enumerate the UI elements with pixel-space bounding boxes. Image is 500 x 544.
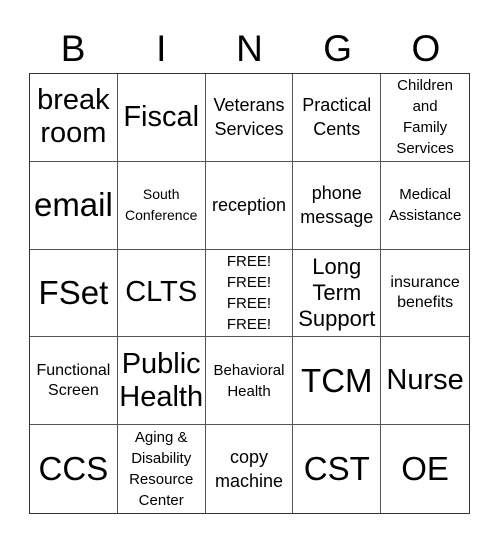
bingo-cell[interactable]: CCS [30,425,118,513]
bingo-cell[interactable]: CLTS [117,249,206,338]
bingo-cell[interactable]: South Conference [117,161,206,250]
header-letter-n: N [236,28,263,69]
header-letter-b: B [60,28,86,69]
bingo-cell[interactable]: reception [205,161,294,250]
bingo-cell[interactable]: Behavioral Health [205,337,294,426]
bingo-cell[interactable]: FSet [30,249,118,338]
bingo-cell[interactable]: insurance benefits [381,250,469,338]
header-letter-g: G [323,28,353,69]
bingo-cell[interactable]: Medical Assistance [381,162,469,250]
bingo-cell[interactable]: Children and Family Services [381,74,469,162]
bingo-cell[interactable]: Nurse [381,337,469,426]
bingo-cell[interactable]: Functional Screen [30,337,118,426]
bingo-cell[interactable]: break room [30,74,118,162]
bingo-cell[interactable]: Public Health [117,337,206,426]
bingo-cell[interactable]: OE [381,425,469,513]
bingo-cell[interactable]: Veterans Services [205,74,294,162]
bingo-header: B I N G O [29,26,470,72]
bingo-cell[interactable]: CST [293,425,382,513]
bingo-cell[interactable]: Practical Cents [293,74,382,162]
bingo-cell[interactable]: FREE! FREE! FREE! FREE! [205,249,294,338]
bingo-cell[interactable]: Fiscal [117,74,206,162]
bingo-cell[interactable]: Long Term Support [293,249,382,338]
bingo-cell[interactable]: Aging & Disability Resource Center [118,425,206,513]
bingo-card-grid: break room Fiscal Veterans Services Practic… [29,73,470,514]
header-letter-o: O [411,28,441,69]
bingo-cell[interactable]: phone message [293,161,382,250]
bingo-cell[interactable]: TCM [293,337,382,426]
header-letter-i: I [156,28,167,69]
bingo-cell[interactable]: email [30,161,118,250]
bingo-cell[interactable]: copy machine [206,425,294,513]
